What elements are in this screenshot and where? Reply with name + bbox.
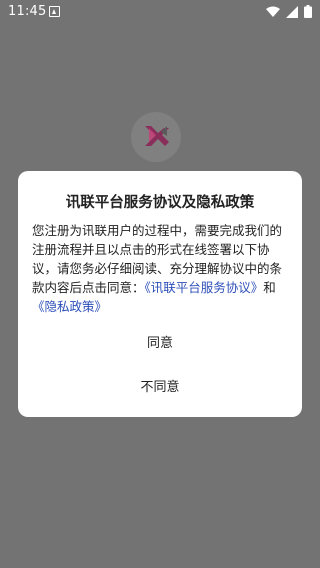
dialog-body: 您注册为讯联用户的过程中，需要完成我们的注册流程并且以点击的形式在线签署以下协议… (32, 221, 290, 316)
dialog-title: 讯联平台服务协议及隐私政策 (65, 195, 255, 211)
signal-icon (286, 5, 298, 18)
app-logo (131, 112, 181, 162)
logo-icon (145, 126, 169, 146)
status-bar: 11:45 (0, 0, 320, 24)
agree-button[interactable]: 同意 (18, 334, 302, 354)
status-time: 11:45 (8, 4, 47, 19)
notification-icon (49, 6, 60, 17)
conjunction-text: 和 (263, 280, 276, 295)
status-icons (266, 5, 312, 18)
agreement-dialog: 讯联平台服务协议及隐私政策 您注册为讯联用户的过程中，需要完成我们的注册流程并且… (18, 171, 302, 417)
wifi-icon (266, 6, 280, 17)
battery-icon (304, 5, 312, 18)
disagree-button[interactable]: 不同意 (18, 378, 302, 398)
privacy-policy-link[interactable]: 《隐私政策》 (32, 299, 107, 314)
service-agreement-link[interactable]: 《讯联平台服务协议》 (145, 280, 264, 295)
